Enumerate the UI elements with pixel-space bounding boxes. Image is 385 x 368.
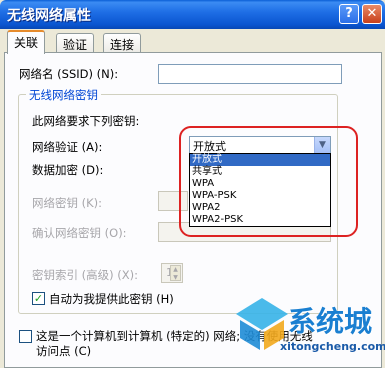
tab-association[interactable]: 关联: [7, 30, 46, 54]
close-button[interactable]: ✕: [362, 4, 382, 24]
key-index-label: 密钥索引 (高级) (X):: [32, 268, 139, 282]
ssid-label: 网络名 (SSID) (N):: [19, 67, 119, 81]
adhoc-checkbox[interactable]: [19, 330, 32, 343]
ssid-input[interactable]: [158, 64, 342, 84]
requires-key-text: 此网络要求下列密钥:: [32, 114, 140, 128]
encryption-label: 数据加密 (D):: [32, 163, 104, 177]
watermark-url: xitongcheng.com: [280, 340, 385, 353]
help-button[interactable]: ?: [339, 4, 359, 24]
annotation-highlight: [179, 126, 358, 237]
adhoc-label-line2: 访问点 (C): [36, 344, 92, 358]
auth-label: 网络验证 (A):: [32, 140, 103, 154]
confirm-key-label: 确认网络密钥 (O):: [32, 226, 127, 240]
watermark-brand: 系统城: [288, 305, 373, 338]
tab-strip: 关联 验证 连接: [0, 29, 385, 54]
key-label: 网络密钥 (K):: [32, 196, 103, 210]
auto-key-label: 自动为我提供此密钥 (H): [49, 292, 174, 306]
auto-key-checkbox[interactable]: ✓: [32, 292, 45, 305]
spinner-arrows-icon[interactable]: ▲ ▼: [170, 265, 181, 281]
close-icon: ✕: [366, 6, 378, 21]
title-bar: 无线网络属性 ? ✕: [0, 0, 385, 29]
tab-authentication[interactable]: 验证: [56, 33, 95, 52]
tab-connection[interactable]: 连接: [103, 33, 142, 52]
wireless-key-group-title: 无线网络密钥: [26, 87, 101, 103]
help-icon: ?: [345, 6, 353, 21]
window-title: 无线网络属性: [7, 8, 91, 24]
